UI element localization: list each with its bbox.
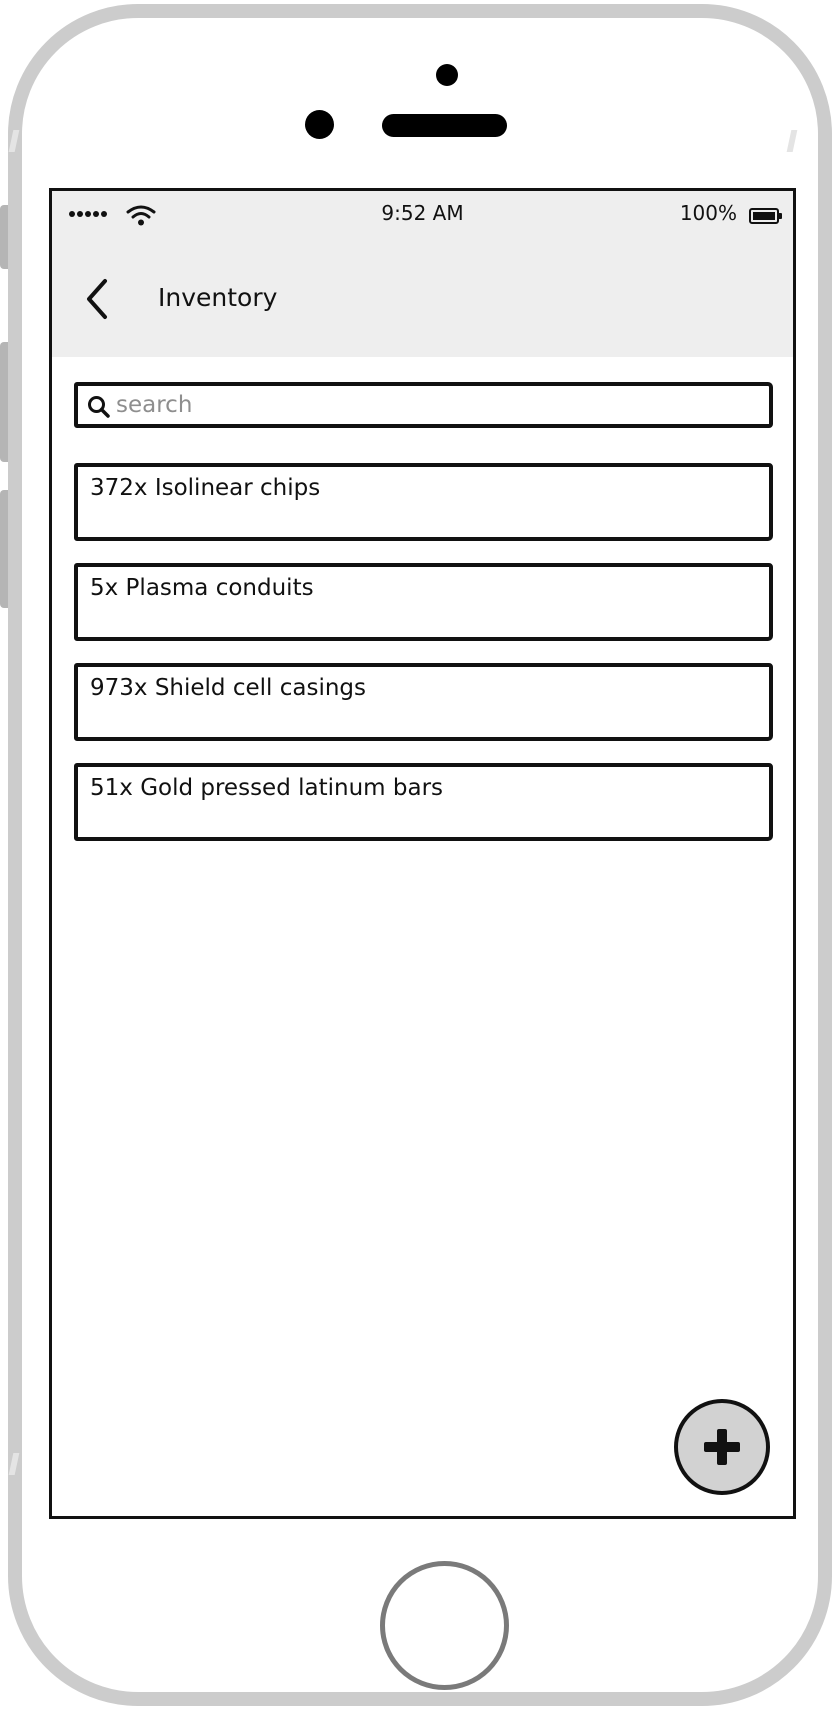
search-bar[interactable] — [74, 382, 773, 428]
front-camera — [436, 64, 458, 86]
status-bar: 9:52 AM 100% — [52, 191, 793, 241]
home-button[interactable] — [380, 1561, 509, 1690]
volume-down-button[interactable] — [0, 490, 8, 608]
list-item-label: 973x Shield cell casings — [90, 675, 366, 701]
proximity-sensor — [305, 110, 334, 139]
mute-switch[interactable] — [0, 205, 8, 269]
navigation-bar: Inventory — [52, 241, 793, 357]
app-screen: 9:52 AM 100% Inventory 372x Isolinear ch… — [49, 188, 796, 1519]
volume-up-button[interactable] — [0, 342, 8, 462]
search-icon — [88, 396, 110, 418]
list-item-label: 372x Isolinear chips — [90, 475, 321, 501]
search-input[interactable] — [116, 386, 756, 424]
chevron-left-icon — [87, 279, 107, 319]
list-item[interactable]: 372x Isolinear chips — [74, 463, 773, 541]
add-item-button[interactable] — [674, 1399, 770, 1495]
list-item[interactable]: 973x Shield cell casings — [74, 663, 773, 741]
list-item[interactable]: 51x Gold pressed latinum bars — [74, 763, 773, 841]
battery-percentage: 100% — [679, 201, 737, 225]
inventory-list: 372x Isolinear chips 5x Plasma conduits … — [74, 463, 773, 863]
page-title: Inventory — [158, 283, 278, 312]
list-item-label: 51x Gold pressed latinum bars — [90, 775, 444, 801]
list-item-label: 5x Plasma conduits — [90, 575, 314, 601]
earpiece-speaker — [382, 114, 507, 137]
plus-icon — [704, 1429, 740, 1465]
battery-full-icon — [749, 208, 782, 224]
list-item[interactable]: 5x Plasma conduits — [74, 563, 773, 641]
back-button[interactable] — [78, 275, 118, 323]
